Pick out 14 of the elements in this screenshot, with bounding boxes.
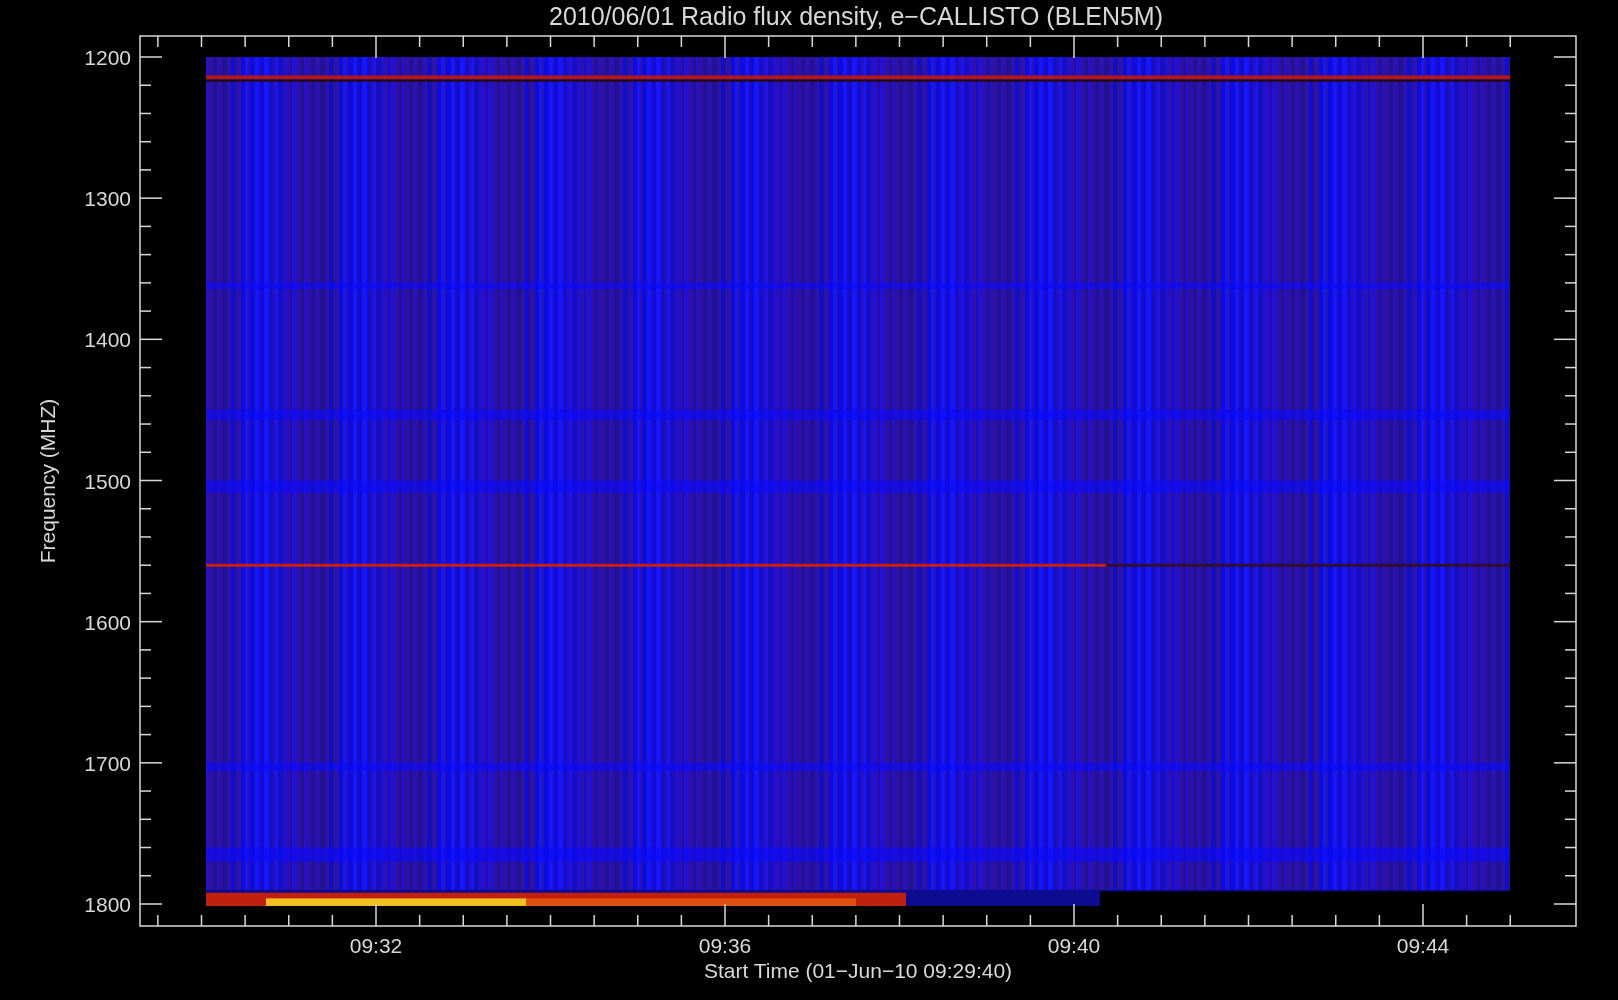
x-tick-label: 09:32	[349, 934, 403, 957]
y-tick-label: 1400	[84, 328, 131, 352]
y-axis-title: Frequency (MHZ)	[36, 398, 59, 564]
y-tick-label: 1500	[84, 469, 131, 493]
x-tick-label: 09:36	[698, 934, 752, 957]
y-tick-label: 1800	[84, 893, 131, 916]
x-tick-label: 09:44	[1396, 934, 1450, 957]
y-tick-label: 1600	[84, 610, 131, 634]
y-tick-label: 1300	[84, 187, 131, 211]
x-tick-label: 09:40	[1047, 934, 1101, 957]
y-tick-label: 1700	[84, 751, 131, 775]
x-axis-title: Start Time (01−Jun−10 09:29:40)	[703, 959, 1013, 982]
chart-title: 2010/06/01 Radio flux density, e−CALLISTO (BLEN5M)	[549, 2, 1163, 30]
y-tick-label: 1200	[84, 46, 131, 69]
